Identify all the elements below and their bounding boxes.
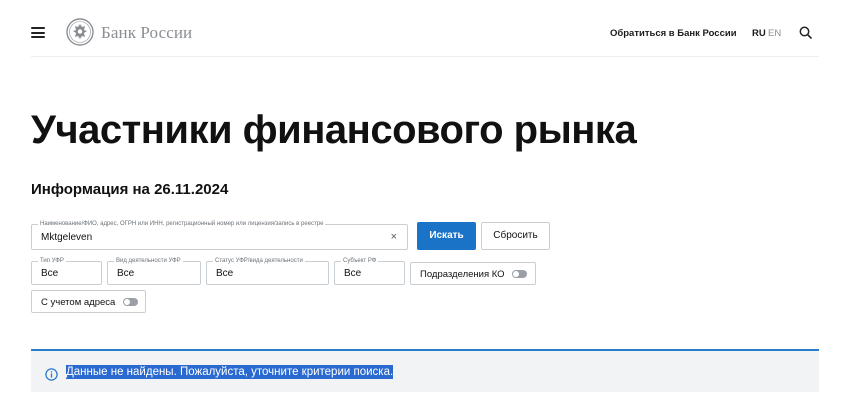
filter-ufr-type-value: Все [41,268,59,279]
search-input-value[interactable]: Mktgeleven [41,232,92,243]
info-date-heading: Информация на 26.11.2024 [31,181,229,198]
bank-emblem-icon[interactable] [66,18,94,46]
filter-status-legend: Статус УФР/вида деятельности [213,257,305,266]
lang-ru-link[interactable]: RU [752,28,766,39]
menu-icon[interactable] [31,27,45,38]
search-input-legend: Наименование/ФИО, адрес, ОГРН или ИНН, р… [38,220,326,229]
address-toggle-label: С учетом адреса [41,297,116,308]
clear-icon[interactable]: × [391,231,397,243]
filter-region[interactable]: Субъект РФ Все [334,257,405,285]
ko-divisions-label: Подразделения КО [420,269,505,280]
contact-bank-link[interactable]: Обратиться в Банк России [610,28,737,39]
filter-status[interactable]: Статус УФР/вида деятельности Все [206,257,329,285]
no-results-alert: Данные не найдены. Пожалуйста, уточните … [31,349,819,392]
filter-region-legend: Субъект РФ [341,257,379,266]
header-divider [31,56,819,57]
ko-divisions-switch[interactable] [512,270,527,278]
filter-activity-type-value: Все [117,268,135,279]
filter-status-value: Все [216,268,234,279]
address-toggle[interactable]: С учетом адреса [31,290,146,313]
filter-activity-type-legend: Вид деятельности УФР [114,257,183,266]
search-input[interactable]: Наименование/ФИО, адрес, ОГРН или ИНН, р… [31,220,408,250]
page-title: Участники финансового рынка [31,108,637,152]
filter-ufr-type-legend: Тип УФР [38,257,66,266]
logo-text[interactable]: Банк России [101,23,192,43]
ko-divisions-toggle[interactable]: Подразделения КО [410,262,536,285]
reset-button[interactable]: Сбросить [481,222,550,250]
address-switch[interactable] [123,298,138,306]
filter-region-value: Все [344,268,362,279]
filter-ufr-type[interactable]: Тип УФР Все [31,257,102,285]
search-button[interactable]: Искать [417,222,476,250]
filter-activity-type[interactable]: Вид деятельности УФР Все [107,257,201,285]
search-icon[interactable] [799,26,812,39]
site-header: Банк России Обратиться в Банк России RU … [0,0,850,57]
lang-en-link[interactable]: EN [768,28,781,39]
info-icon [45,368,58,381]
alert-message: Данные не найдены. Пожалуйста, уточните … [66,365,394,379]
